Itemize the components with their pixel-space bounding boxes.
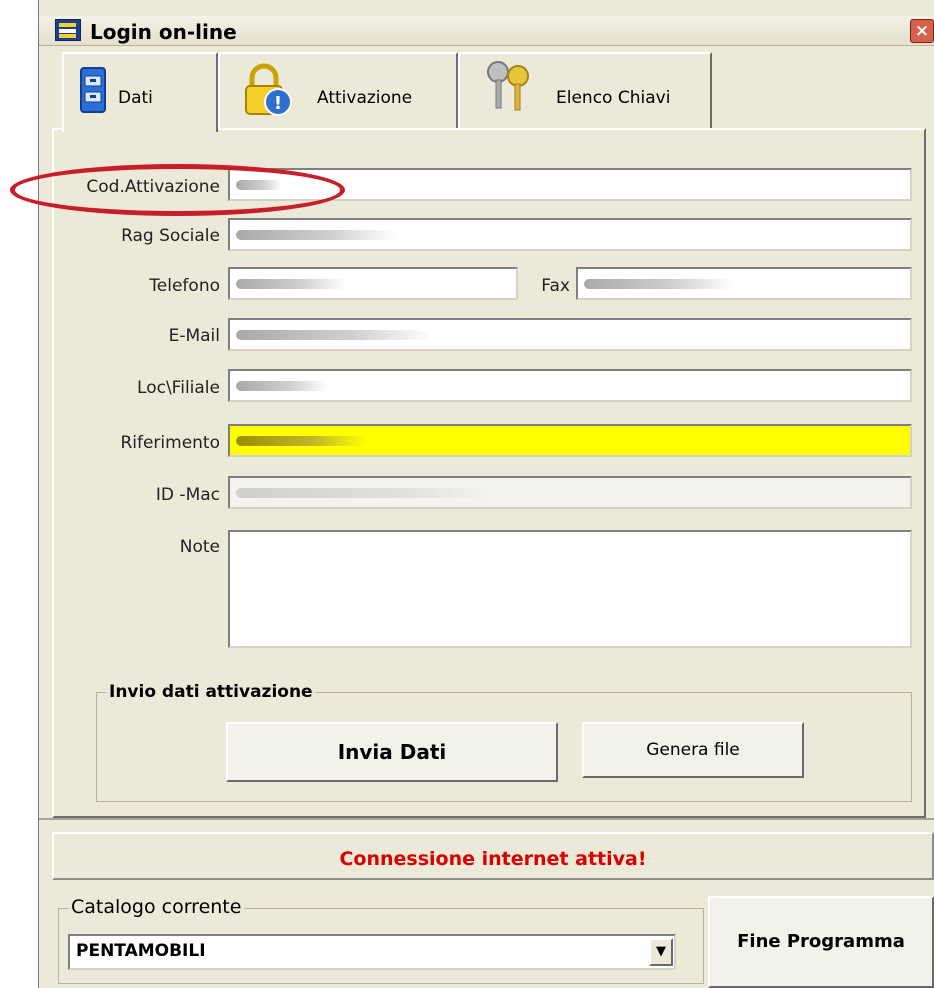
close-button[interactable]: ×: [910, 19, 934, 43]
catalogo-group-title: Catalogo corrente: [68, 896, 245, 918]
fax-field[interactable]: [576, 267, 912, 300]
tab-attivazione-label: Attivazione: [317, 88, 413, 108]
rag-sociale-field[interactable]: [228, 218, 912, 251]
genera-file-button[interactable]: Genera file: [582, 722, 804, 778]
email-label: E-Mail: [168, 326, 220, 346]
note-textarea[interactable]: [228, 530, 912, 648]
invia-dati-button[interactable]: Invia Dati: [226, 722, 558, 782]
svg-text:!: !: [274, 93, 282, 114]
divider: [39, 818, 934, 820]
connection-status: Connessione internet attiva!: [339, 848, 647, 870]
catalogo-selected-value: PENTAMOBILI: [76, 941, 206, 961]
invio-group-title: Invio dati attivazione: [106, 682, 316, 702]
tab-elenco-chiavi-label: Elenco Chiavi: [556, 88, 671, 108]
fine-programma-button[interactable]: Fine Programma: [708, 896, 934, 988]
telefono-label: Telefono: [149, 276, 220, 296]
cod-attivazione-field[interactable]: [228, 168, 912, 201]
id-mac-field[interactable]: [228, 476, 912, 509]
note-label: Note: [179, 537, 220, 557]
telefono-field[interactable]: [228, 267, 518, 300]
tab-dati-label: Dati: [118, 88, 153, 108]
id-mac-label: ID -Mac: [155, 485, 220, 505]
keys-icon: [484, 58, 534, 114]
chevron-down-icon[interactable]: ▼: [649, 938, 673, 966]
fax-label: Fax: [541, 276, 570, 296]
app-icon: [55, 19, 81, 41]
padlock-warning-icon: !: [238, 62, 294, 118]
file-cabinet-icon: [80, 66, 106, 114]
window-title: Login on-line: [90, 20, 237, 44]
loc-filiale-label: Loc\Filiale: [137, 378, 220, 398]
email-field[interactable]: [228, 318, 912, 351]
riferimento-label: Riferimento: [120, 433, 220, 453]
loc-filiale-field[interactable]: [228, 369, 912, 402]
riferimento-field[interactable]: [228, 424, 912, 457]
cod-attivazione-label: Cod.Attivazione: [86, 177, 220, 197]
rag-sociale-label: Rag Sociale: [121, 226, 220, 246]
